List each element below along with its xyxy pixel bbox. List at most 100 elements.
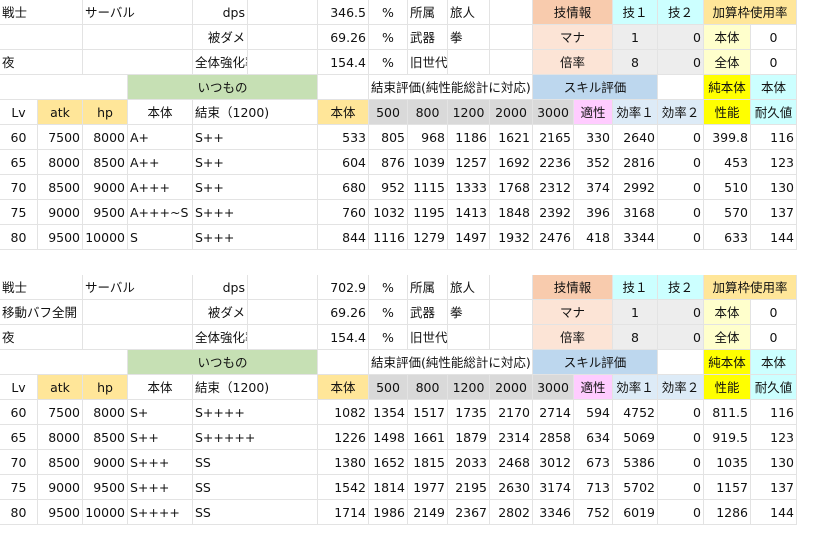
cell-atk[interactable]: 7500 bbox=[38, 400, 83, 425]
cell-eff1[interactable]: 5702 bbox=[613, 475, 658, 500]
cell-k500[interactable]: 1652 bbox=[369, 450, 408, 475]
cell-k500[interactable]: 805 bbox=[369, 125, 408, 150]
cell-perf[interactable]: 1157 bbox=[704, 475, 751, 500]
cell-lv[interactable]: 75 bbox=[0, 475, 38, 500]
cell-dur[interactable]: 116 bbox=[751, 400, 797, 425]
blank-cell[interactable] bbox=[658, 350, 704, 375]
cell-body[interactable]: A+ bbox=[128, 125, 193, 150]
info-key-value-cell[interactable]: 旅人 bbox=[448, 275, 490, 300]
cell-bond[interactable]: S++ bbox=[193, 125, 318, 150]
cell-eff1[interactable]: 2640 bbox=[613, 125, 658, 150]
cell-hp[interactable]: 10000 bbox=[83, 500, 128, 525]
blank-cell[interactable] bbox=[248, 275, 318, 300]
cell-dur[interactable]: 144 bbox=[751, 500, 797, 525]
cell-k3000[interactable]: 3346 bbox=[533, 500, 574, 525]
cell-eff2[interactable]: 0 bbox=[658, 150, 704, 175]
blank-cell[interactable] bbox=[318, 350, 369, 375]
cell-k3000[interactable]: 3012 bbox=[533, 450, 574, 475]
blank-cell[interactable] bbox=[490, 25, 533, 50]
cell-body[interactable]: A+++~S bbox=[128, 200, 193, 225]
skill2-cell[interactable]: 技２ bbox=[658, 0, 704, 25]
skill1-cell[interactable]: 技１ bbox=[613, 275, 658, 300]
col-header-hp[interactable]: hp bbox=[83, 100, 128, 125]
extra-header-cell[interactable]: 加算枠使用率 bbox=[704, 275, 797, 300]
cell-body[interactable]: A+++ bbox=[128, 175, 193, 200]
cell-k2000[interactable]: 2314 bbox=[490, 425, 533, 450]
group-kessoku[interactable]: 結束評価(純性能総計に対応) bbox=[369, 75, 533, 100]
cell-eff1[interactable]: 3344 bbox=[613, 225, 658, 250]
info-value-cell[interactable]: 346.5 bbox=[318, 0, 369, 25]
cell-bond[interactable]: SS bbox=[193, 500, 318, 525]
blank-cell[interactable] bbox=[248, 0, 318, 25]
blank-cell[interactable] bbox=[490, 300, 533, 325]
cell-k2000[interactable]: 1848 bbox=[490, 200, 533, 225]
cell-eff1[interactable]: 4752 bbox=[613, 400, 658, 425]
cell-aptitude[interactable]: 418 bbox=[574, 225, 613, 250]
cell-lv[interactable]: 75 bbox=[0, 200, 38, 225]
cell-eff1[interactable]: 5069 bbox=[613, 425, 658, 450]
info-label-cell[interactable]: 全体強化率 bbox=[193, 325, 248, 350]
cell-hp[interactable]: 9000 bbox=[83, 175, 128, 200]
cell-k800[interactable]: 1279 bbox=[408, 225, 448, 250]
extra-key-cell[interactable]: 本体 bbox=[704, 300, 751, 325]
cell-k2000[interactable]: 2630 bbox=[490, 475, 533, 500]
col-header-lv[interactable]: Lv bbox=[0, 375, 38, 400]
cell-k2000[interactable]: 2468 bbox=[490, 450, 533, 475]
blank-cell[interactable] bbox=[248, 300, 318, 325]
cell-k3000[interactable]: 2714 bbox=[533, 400, 574, 425]
group-kessoku[interactable]: 結束評価(純性能総計に対応) bbox=[369, 350, 533, 375]
extra-header-cell[interactable]: 加算枠使用率 bbox=[704, 0, 797, 25]
cell-dur[interactable]: 123 bbox=[751, 150, 797, 175]
info-class-cell[interactable]: 戦士 bbox=[0, 275, 83, 300]
skill2-cell[interactable]: 0 bbox=[658, 50, 704, 75]
cell-perf[interactable]: 633 bbox=[704, 225, 751, 250]
cell-atk[interactable]: 7500 bbox=[38, 125, 83, 150]
cell-atk[interactable]: 8000 bbox=[38, 425, 83, 450]
cell-k500[interactable]: 1116 bbox=[369, 225, 408, 250]
info-label-cell[interactable]: 被ダメ bbox=[193, 25, 248, 50]
extra-value-cell[interactable]: 0 bbox=[751, 50, 797, 75]
info-class-cell[interactable]: 夜 bbox=[0, 50, 83, 75]
cell-hp[interactable]: 8500 bbox=[83, 150, 128, 175]
info-key-cell[interactable]: 所属 bbox=[408, 0, 448, 25]
extra-key-cell[interactable]: 全体 bbox=[704, 50, 751, 75]
col-header-k1200[interactable]: 1200 bbox=[448, 100, 490, 125]
cell-base[interactable]: 1082 bbox=[318, 400, 369, 425]
cell-hp[interactable]: 8000 bbox=[83, 125, 128, 150]
cell-eff1[interactable]: 2816 bbox=[613, 150, 658, 175]
cell-perf[interactable]: 399.8 bbox=[704, 125, 751, 150]
cell-k1200[interactable]: 1879 bbox=[448, 425, 490, 450]
blank-cell[interactable] bbox=[490, 325, 533, 350]
cell-aptitude[interactable]: 752 bbox=[574, 500, 613, 525]
cell-eff1[interactable]: 5386 bbox=[613, 450, 658, 475]
cell-atk[interactable]: 9500 bbox=[38, 500, 83, 525]
cell-k3000[interactable]: 2236 bbox=[533, 150, 574, 175]
cell-k500[interactable]: 1032 bbox=[369, 200, 408, 225]
cell-k1200[interactable]: 1257 bbox=[448, 150, 490, 175]
cell-aptitude[interactable]: 713 bbox=[574, 475, 613, 500]
cell-bond[interactable]: SS bbox=[193, 475, 318, 500]
info-key-value-cell[interactable] bbox=[448, 325, 490, 350]
cell-dur[interactable]: 116 bbox=[751, 125, 797, 150]
col-header-k800[interactable]: 800 bbox=[408, 100, 448, 125]
cell-k3000[interactable]: 2165 bbox=[533, 125, 574, 150]
info-class-cell[interactable]: 移動バフ全開 bbox=[0, 300, 83, 325]
cell-k500[interactable]: 1498 bbox=[369, 425, 408, 450]
cell-aptitude[interactable]: 330 bbox=[574, 125, 613, 150]
cell-lv[interactable]: 65 bbox=[0, 425, 38, 450]
info-unit-cell[interactable]: % bbox=[369, 25, 408, 50]
col-header-atk[interactable]: atk bbox=[38, 100, 83, 125]
cell-k800[interactable]: 1661 bbox=[408, 425, 448, 450]
info-value-cell[interactable]: 69.26 bbox=[318, 25, 369, 50]
cell-k500[interactable]: 876 bbox=[369, 150, 408, 175]
cell-lv[interactable]: 60 bbox=[0, 400, 38, 425]
info-name-cell[interactable]: サーバル bbox=[83, 275, 193, 300]
info-value-cell[interactable]: 69.26 bbox=[318, 300, 369, 325]
cell-atk[interactable]: 8000 bbox=[38, 150, 83, 175]
info-class-cell[interactable]: 夜 bbox=[0, 325, 83, 350]
col-header-k1200[interactable]: 1200 bbox=[448, 375, 490, 400]
info-label-cell[interactable]: 全体強化率 bbox=[193, 50, 248, 75]
group-junhontai[interactable]: 純本体 bbox=[704, 75, 751, 100]
cell-hp[interactable]: 8500 bbox=[83, 425, 128, 450]
cell-k800[interactable]: 2149 bbox=[408, 500, 448, 525]
